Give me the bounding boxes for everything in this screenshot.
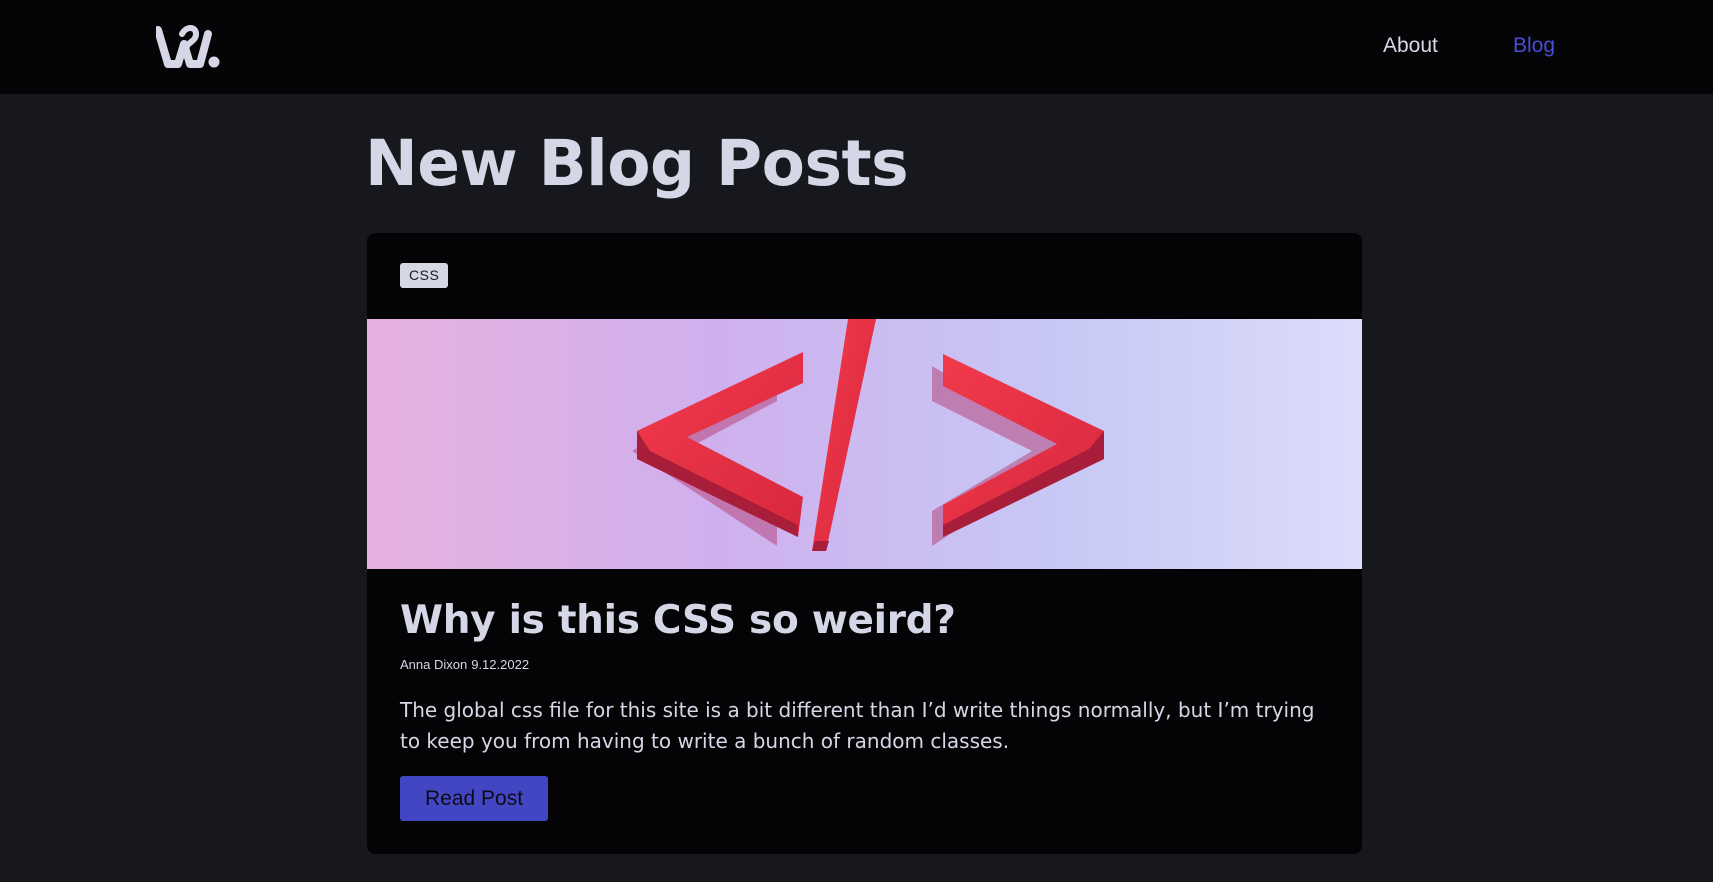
w-logo-icon [154,25,220,68]
post-meta: Anna Dixon 9.12.2022 [400,657,529,673]
blog-post-card: CSS Why is this CSS so weird? Anna Dixon… [367,233,1362,854]
post-excerpt: The global css file for this site is a b… [400,698,1315,753]
read-post-button[interactable]: Read Post [400,776,548,821]
post-title[interactable]: Why is this CSS so weird? [400,596,956,646]
site-logo[interactable] [154,24,222,68]
code-brackets-image [367,319,1362,569]
category-tag[interactable]: CSS [400,263,449,288]
page-title: New Blog Posts [365,127,909,200]
site-header: About Blog [0,0,1713,94]
nav-about-link[interactable]: About [1383,33,1438,59]
post-date: 9.12.2022 [471,657,530,672]
nav-blog-link[interactable]: Blog [1513,33,1555,59]
post-author: Anna Dixon [400,657,468,672]
